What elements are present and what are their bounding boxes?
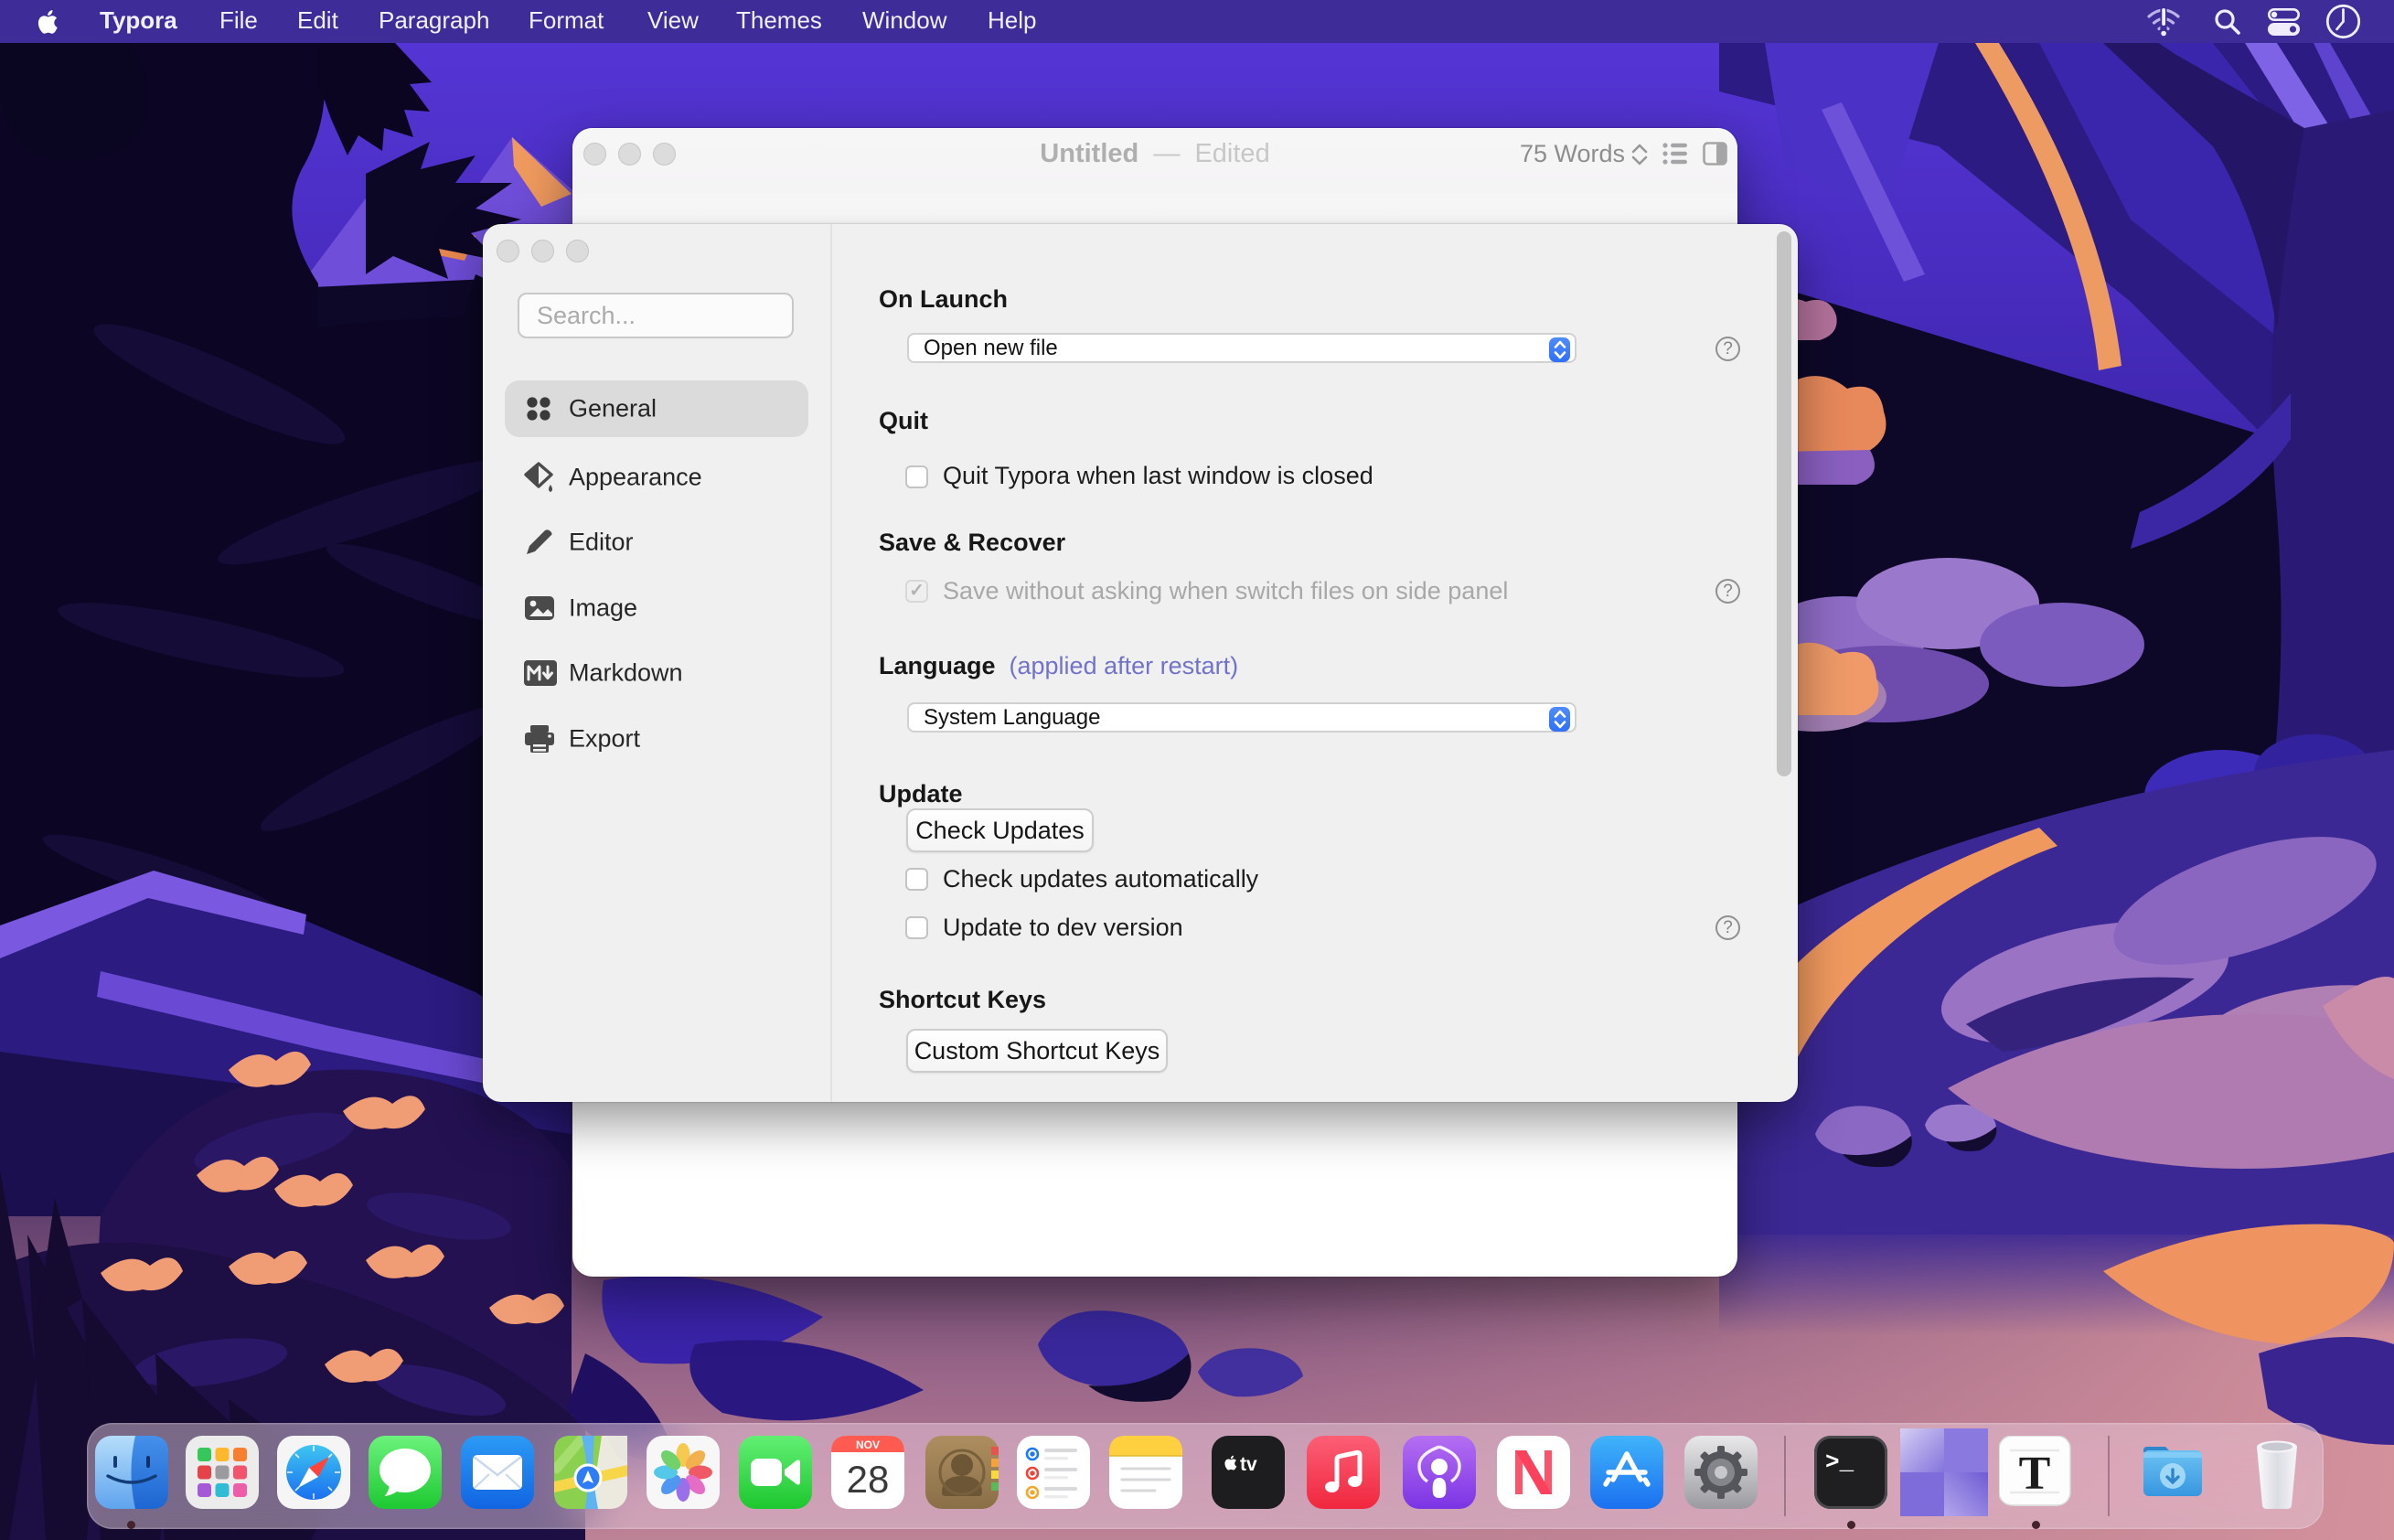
svg-text:tv: tv [1240, 1454, 1257, 1475]
svg-text:28: 28 [847, 1458, 890, 1501]
svg-text:NOV: NOV [856, 1438, 880, 1451]
svg-text:T: T [2019, 1448, 2051, 1500]
svg-text:>_: >_ [1825, 1449, 1854, 1476]
